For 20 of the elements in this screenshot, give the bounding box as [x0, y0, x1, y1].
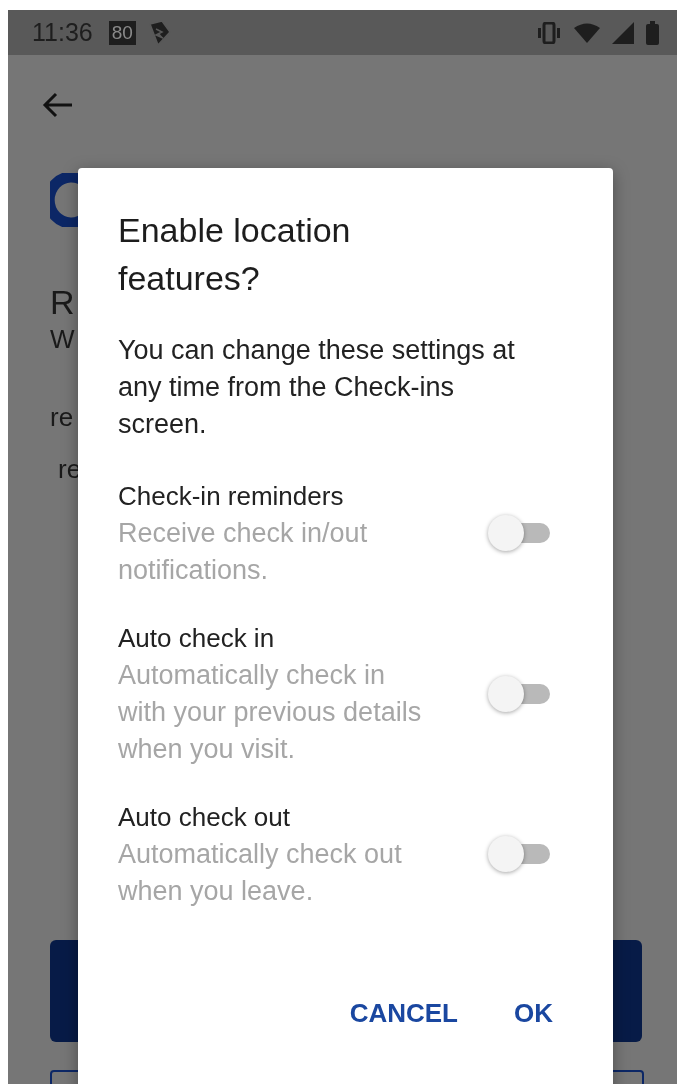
- notification-badge: 80: [108, 20, 136, 45]
- signal-icon: [612, 21, 634, 44]
- setting-description: Receive check in/out notifications.: [118, 517, 369, 587]
- vibrate-icon: [536, 21, 562, 44]
- battery-icon: [646, 20, 659, 45]
- wifi-icon: [574, 22, 600, 43]
- status-time: 11:36: [32, 18, 93, 47]
- dialog-button[interactable]: OK: [508, 990, 559, 1037]
- page-heading: R: [50, 283, 75, 322]
- body-text: re: [50, 401, 74, 434]
- setting-description: Automatically check in with your previous details when you visit.: [118, 659, 423, 766]
- setting-title: Check-in reminders: [118, 480, 345, 513]
- setting-title: Auto check in: [118, 622, 276, 655]
- back-arrow-icon[interactable]: [42, 92, 74, 118]
- body-text: W: [50, 323, 75, 356]
- setting-title: Auto check out: [118, 801, 291, 834]
- dialog-title: Enable location features?: [118, 210, 352, 299]
- dialog-message: You can change these settings at any time from the Check-ins screen.: [118, 334, 516, 441]
- setting-description: Automatically check out when you leave.: [118, 838, 403, 908]
- dialog-button[interactable]: CANCEL: [343, 990, 464, 1037]
